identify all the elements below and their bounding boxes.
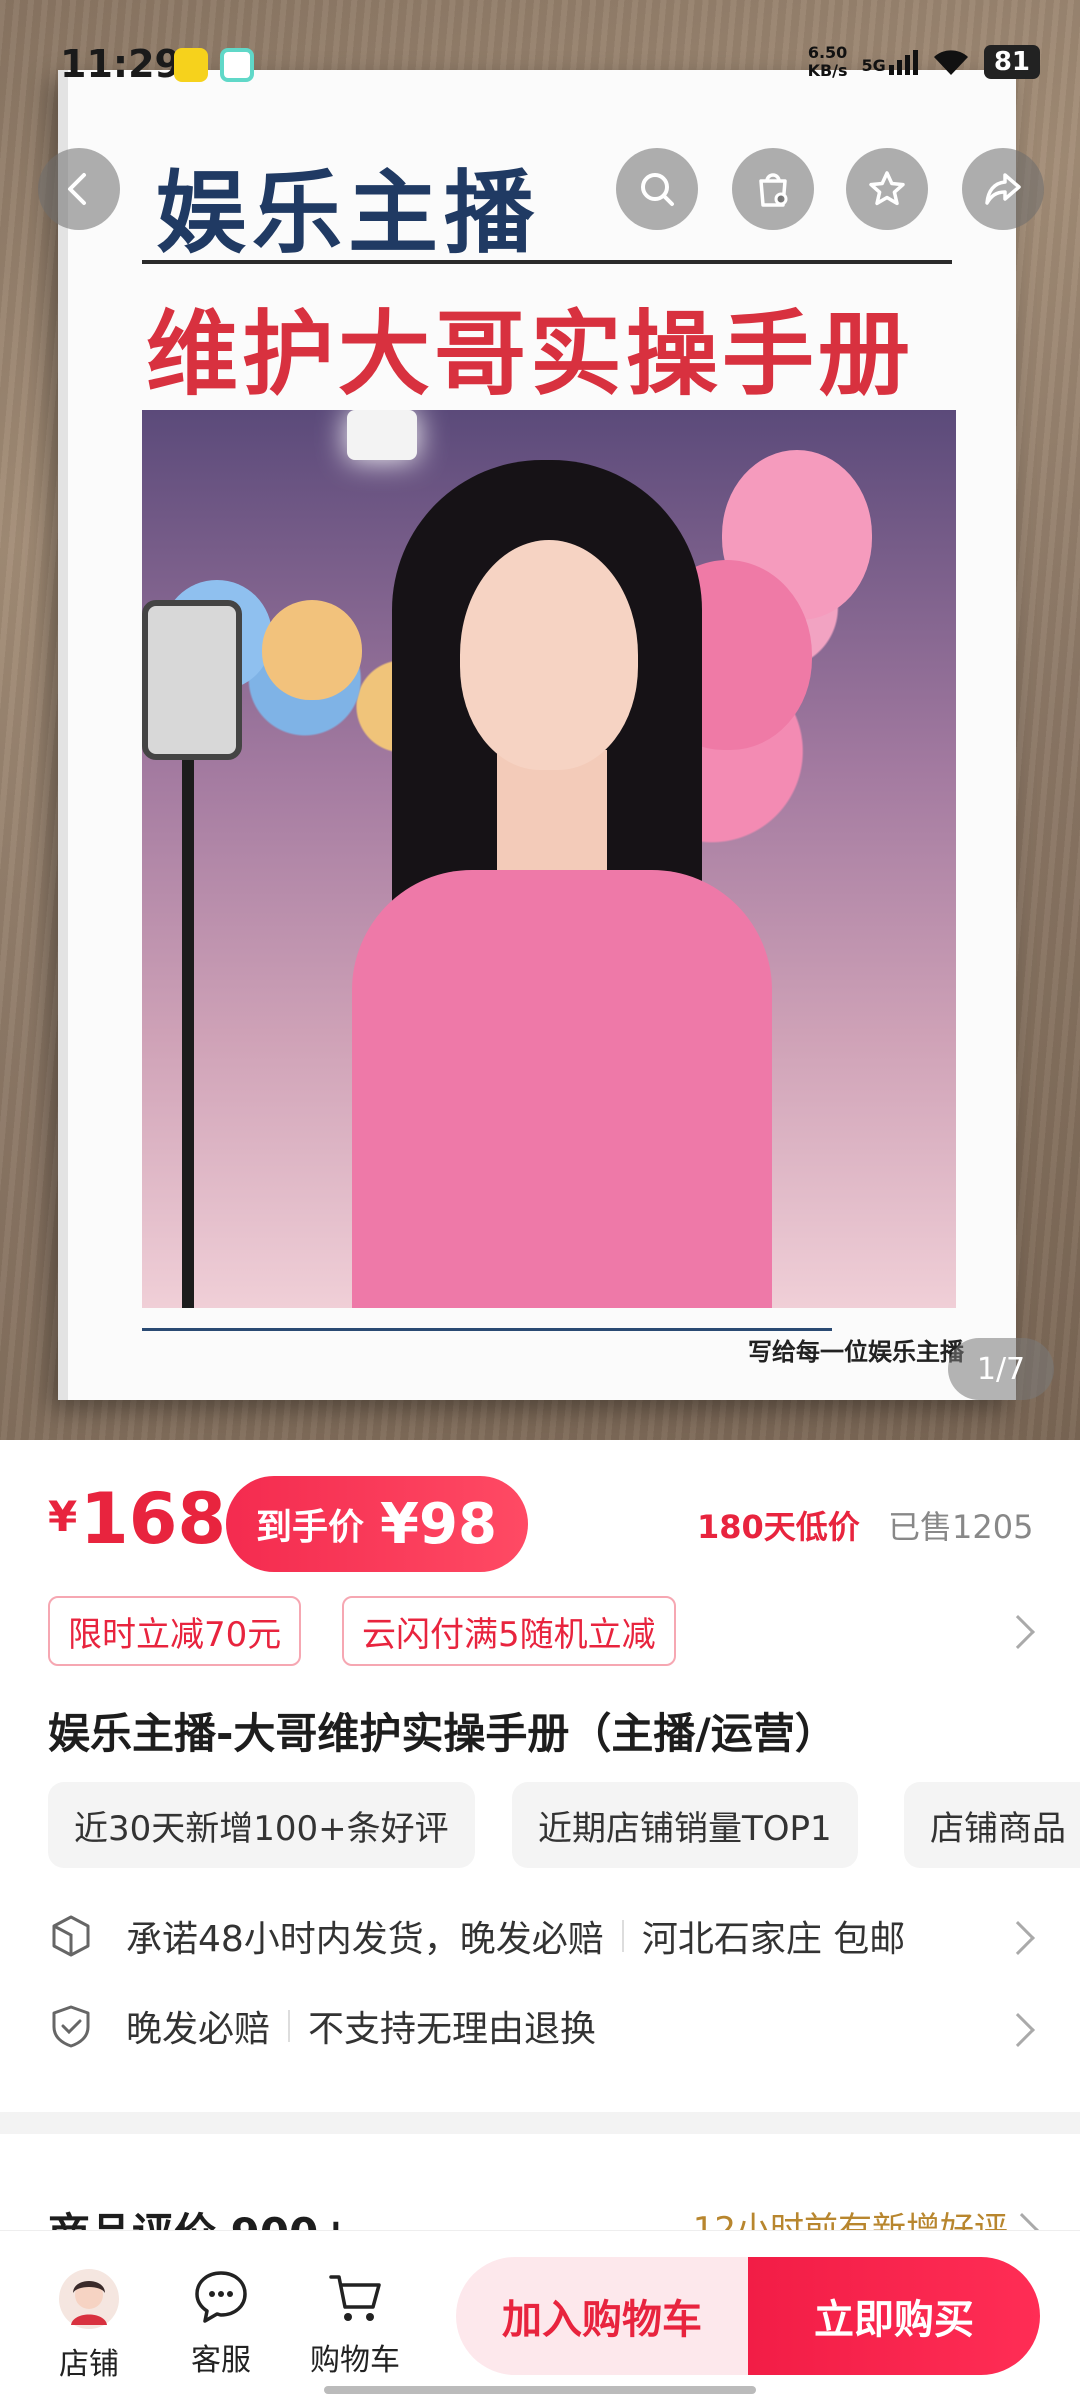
phone <box>142 600 242 760</box>
book-cover: 娱乐主播 维护大哥实操手册 写给每一位娱乐主播 <box>58 70 1016 1400</box>
shield-check-icon <box>52 2005 90 2048</box>
separator <box>621 1920 624 1952</box>
cover-photo <box>142 410 956 1308</box>
bag-icon <box>759 173 788 207</box>
network-type: 5G <box>861 55 886 75</box>
wifi-icon <box>933 50 968 75</box>
price-value: 168 <box>80 1478 227 1560</box>
package-icon <box>52 1915 90 1957</box>
final-price-label: 到手价 <box>256 1507 365 1548</box>
store-avatar-icon <box>59 2269 119 2329</box>
product-image-carousel[interactable]: 娱乐主播 维护大哥实操手册 写给每一位娱乐主播 <box>0 0 1080 1440</box>
cart-label: 购物车 <box>310 2343 400 2378</box>
book-footer-text: 写给每一位娱乐主播 <box>748 1337 964 1366</box>
share-button[interactable] <box>962 148 1044 230</box>
shipping-row[interactable]: 承诺48小时内发货，晚发必赔 河北石家庄 包邮 <box>48 1910 905 1962</box>
bottom-action-bar: 店铺 客服 购物车 加入购物车 立即购买 <box>0 2230 1080 2400</box>
status-indicators: 6.50 KB/s 5G 81 <box>808 44 1040 80</box>
shopping-bag-button[interactable] <box>732 148 814 230</box>
chevron-right-icon[interactable] <box>1001 2013 1035 2047</box>
home-indicator[interactable] <box>324 2386 756 2394</box>
back-button[interactable] <box>38 148 120 230</box>
favorite-button[interactable] <box>846 148 928 230</box>
chevron-right-icon[interactable] <box>1001 1615 1035 1649</box>
star-icon <box>869 171 905 206</box>
chat-icon <box>195 2271 247 2323</box>
feature-chip-store-products[interactable]: 店铺商品 <box>904 1782 1080 1868</box>
book-title-line1: 娱乐主播 <box>156 160 540 266</box>
late-delivery-guarantee: 晚发必赔 <box>126 2009 271 2050</box>
search-icon <box>641 173 674 206</box>
store-tab[interactable]: 店铺 <box>34 2267 144 2383</box>
final-price-badge: 到手价 ¥98 <box>226 1476 528 1572</box>
plush-toy <box>262 600 362 700</box>
ring-light <box>347 410 417 460</box>
net-speed-unit: KB/s <box>807 61 848 80</box>
feature-chip-sales-rank[interactable]: 近期店铺销量TOP1 <box>512 1782 858 1868</box>
low-price-note: 180天低价 <box>697 1508 860 1546</box>
person-face <box>460 540 638 770</box>
shipping-location: 河北石家庄 包邮 <box>641 1919 906 1960</box>
price-currency: ¥ <box>48 1492 78 1541</box>
separator <box>288 2010 291 2042</box>
image-page-indicator: 1/7 <box>948 1338 1054 1400</box>
status-time: 11:29 <box>60 42 181 86</box>
net-speed-value: 6.50 <box>807 43 848 62</box>
book-title-line2: 维护大哥实操手册 <box>146 300 915 408</box>
person-dress <box>352 870 772 1308</box>
net-speed: 6.50 KB/s <box>808 44 848 80</box>
cell-signal-icon: 5G <box>861 49 918 75</box>
notification-app-icon <box>174 48 208 82</box>
search-button[interactable] <box>616 148 698 230</box>
shipping-promise: 承诺48小时内发货，晚发必赔 <box>126 1919 604 1960</box>
customer-service-label: 客服 <box>191 2343 251 2378</box>
buy-now-button[interactable]: 立即购买 <box>748 2257 1040 2375</box>
book-divider <box>142 260 952 264</box>
cart-icon <box>329 2275 381 2321</box>
promo-tag-discount[interactable]: 限时立减70元 <box>48 1596 302 1666</box>
final-price-value: ¥98 <box>380 1491 497 1557</box>
back-icon <box>68 173 86 205</box>
share-icon <box>985 173 1021 205</box>
guarantee-row[interactable]: 晚发必赔 不支持无理由退换 <box>48 2000 596 2052</box>
sold-count: 已售1205 <box>888 1508 1034 1546</box>
feature-chip-reviews[interactable]: 近30天新增100+条好评 <box>48 1782 475 1868</box>
promo-tag-unionpay[interactable]: 云闪付满5随机立减 <box>342 1596 676 1666</box>
customer-service-tab[interactable]: 客服 <box>166 2267 276 2379</box>
add-to-cart-button[interactable]: 加入购物车 <box>456 2257 748 2375</box>
cart-tab[interactable]: 购物车 <box>300 2267 410 2379</box>
battery-indicator: 81 <box>983 45 1040 79</box>
section-divider <box>0 2112 1080 2134</box>
return-policy: 不支持无理由退换 <box>308 2009 597 2050</box>
product-title: 娱乐主播-大哥维护实操手册（主播/运营） <box>48 1709 837 1758</box>
book-bottom-rule <box>142 1328 832 1331</box>
store-label: 店铺 <box>59 2347 119 2382</box>
notification-app-icon <box>220 48 254 82</box>
chevron-right-icon[interactable] <box>1001 1921 1035 1955</box>
